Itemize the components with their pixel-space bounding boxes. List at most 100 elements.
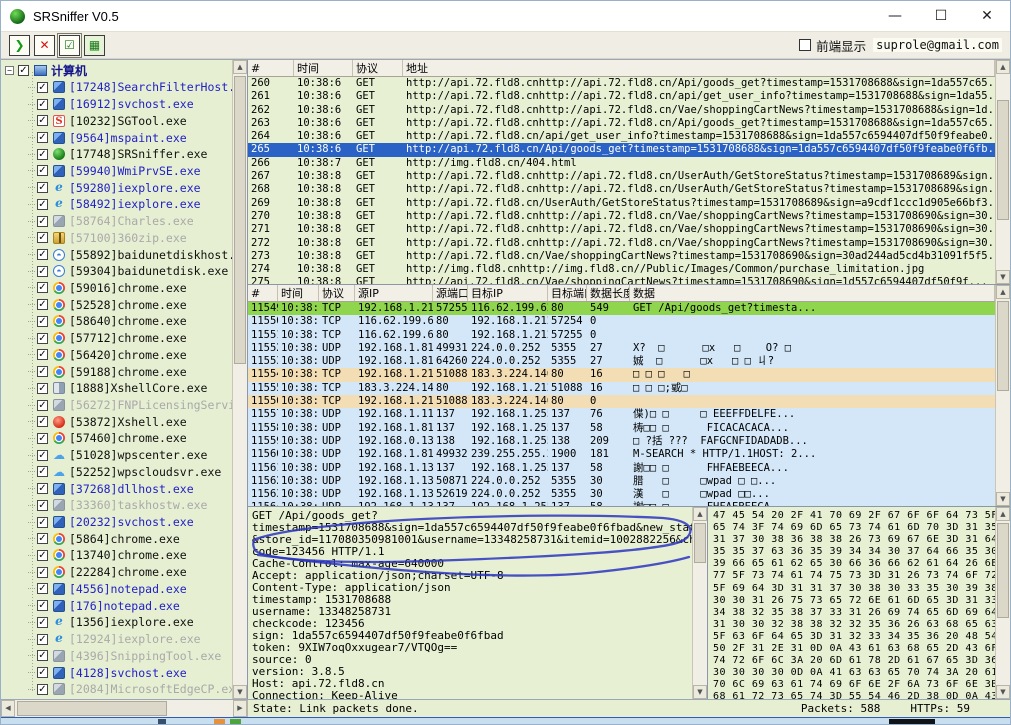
process-checkbox[interactable]: ✓ bbox=[37, 684, 48, 695]
process-checkbox[interactable]: ✓ bbox=[37, 82, 48, 93]
packet-vscrollbar[interactable]: ▲ ▼ bbox=[995, 285, 1010, 506]
packet-row[interactable]: 11559 10:38:7 UDP 192.168.0.139 138 192.… bbox=[248, 435, 995, 448]
scroll-left-icon[interactable]: ◀ bbox=[1, 700, 15, 717]
process-item[interactable]: ✓ [58492]iexplore.exe bbox=[1, 196, 232, 213]
scroll-down-icon[interactable]: ▼ bbox=[233, 685, 247, 699]
process-checkbox[interactable]: ✓ bbox=[37, 232, 48, 243]
col-protocol[interactable]: 协议 bbox=[319, 285, 355, 301]
process-checkbox[interactable]: ✓ bbox=[37, 216, 48, 227]
col-src-port[interactable]: 源端口 bbox=[433, 285, 468, 301]
process-item[interactable]: ✓ [57712]chrome.exe bbox=[1, 330, 232, 347]
process-item[interactable]: ✓ [17748]SRSniffer.exe bbox=[1, 146, 232, 163]
col-index[interactable]: # bbox=[248, 60, 294, 76]
process-item[interactable]: ✓ [16912]svchost.exe bbox=[1, 96, 232, 113]
process-checkbox[interactable]: ✓ bbox=[37, 416, 48, 427]
http-row[interactable]: 261 10:38:6 GET http://api.72.fld8.cnhtt… bbox=[248, 90, 995, 103]
packet-row[interactable]: 11552 10:38:6 UDP 192.168.1.81 49931 224… bbox=[248, 342, 995, 355]
process-item[interactable]: ✓ [1888]XshellCore.exe bbox=[1, 380, 232, 397]
scroll-right-icon[interactable]: ▶ bbox=[233, 700, 247, 717]
scroll-up-icon[interactable]: ▲ bbox=[693, 507, 707, 521]
scroll-up-icon[interactable]: ▲ bbox=[233, 60, 247, 74]
process-item[interactable]: ✓ [59940]WmiPrvSE.exe bbox=[1, 163, 232, 180]
scroll-down-icon[interactable]: ▼ bbox=[996, 270, 1010, 284]
packet-row[interactable]: 11560 10:38:7 UDP 192.168.1.81 49932 239… bbox=[248, 448, 995, 461]
process-checkbox[interactable]: ✓ bbox=[37, 433, 48, 444]
col-data-length[interactable]: 数据长度 bbox=[587, 285, 630, 301]
process-item[interactable]: ✓ [37268]dllhost.exe bbox=[1, 480, 232, 497]
process-item[interactable]: ✓ [22284]chrome.exe bbox=[1, 564, 232, 581]
process-item[interactable]: ✓ [55892]baidunetdiskhost.ex bbox=[1, 246, 232, 263]
process-item[interactable]: ✓ [58640]chrome.exe bbox=[1, 313, 232, 330]
col-src-ip[interactable]: 源IP bbox=[355, 285, 433, 301]
process-checkbox[interactable]: ✓ bbox=[37, 349, 48, 360]
process-checkbox[interactable]: ✓ bbox=[37, 199, 48, 210]
request-vscrollbar[interactable]: ▲ ▼ bbox=[692, 507, 707, 699]
packet-row[interactable]: 11549 10:38:6 TCP 192.168.1.212 57255 11… bbox=[248, 302, 995, 315]
process-item[interactable]: ✓ [4556]notepad.exe bbox=[1, 581, 232, 598]
http-row[interactable]: 266 10:38:7 GET http://img.fld8.cn/404.h… bbox=[248, 157, 995, 170]
process-item[interactable]: ✓ [56420]chrome.exe bbox=[1, 347, 232, 364]
col-dst-ip[interactable]: 目标IP bbox=[468, 285, 548, 301]
packet-row[interactable]: 11554 10:38:7 TCP 192.168.1.212 51088 18… bbox=[248, 368, 995, 381]
process-item[interactable]: ✓ [59304]baidunetdisk.exe bbox=[1, 263, 232, 280]
http-row[interactable]: 269 10:38:8 GET http://api.72.fld8.cn/Us… bbox=[248, 197, 995, 210]
col-protocol[interactable]: 协议 bbox=[353, 60, 403, 76]
close-button[interactable]: ✕ bbox=[964, 1, 1010, 31]
process-checkbox[interactable]: ✓ bbox=[37, 115, 48, 126]
http-row[interactable]: 268 10:38:8 GET http://api.72.fld8.cnhtt… bbox=[248, 183, 995, 196]
http-row[interactable]: 267 10:38:8 GET http://api.72.fld8.cnhtt… bbox=[248, 170, 995, 183]
process-checkbox[interactable]: ✓ bbox=[37, 333, 48, 344]
packet-row[interactable]: 11557 10:38:7 UDP 192.168.1.110 137 192.… bbox=[248, 408, 995, 421]
http-row[interactable]: 270 10:38:8 GET http://api.72.fld8.cnhtt… bbox=[248, 210, 995, 223]
process-checkbox[interactable]: ✓ bbox=[37, 299, 48, 310]
http-row[interactable]: 275 10:38:8 GET http://api.72.fld8.cn/Va… bbox=[248, 276, 995, 284]
process-item[interactable]: ✓ [176]notepad.exe bbox=[1, 597, 232, 614]
packet-row[interactable]: 11551 10:38:6 TCP 116.62.199.62 80 192.1… bbox=[248, 329, 995, 342]
process-checkbox[interactable]: ✓ bbox=[37, 149, 48, 160]
process-item[interactable]: ✓ [2084]MicrosoftEdgeCP.exe bbox=[1, 681, 232, 698]
scroll-down-icon[interactable]: ▼ bbox=[996, 685, 1010, 699]
col-time[interactable]: 时间 bbox=[294, 60, 353, 76]
scroll-up-icon[interactable]: ▲ bbox=[996, 285, 1010, 299]
http-row[interactable]: 272 10:38:8 GET http://api.72.fld8.cnhtt… bbox=[248, 237, 995, 250]
col-dst-port[interactable]: 目标端口 bbox=[548, 285, 587, 301]
process-checkbox[interactable]: ✓ bbox=[37, 617, 48, 628]
process-item[interactable]: ✓ [57100]360zip.exe bbox=[1, 229, 232, 246]
col-data[interactable]: 数据 bbox=[630, 285, 995, 301]
process-checkbox[interactable]: ✓ bbox=[37, 550, 48, 561]
scroll-thumb[interactable] bbox=[17, 701, 167, 716]
process-checkbox[interactable]: ✓ bbox=[37, 650, 48, 661]
scroll-thumb[interactable] bbox=[997, 301, 1009, 391]
process-item[interactable]: ✓ [51028]wpscenter.exe bbox=[1, 447, 232, 464]
start-capture-button[interactable]: ❯ bbox=[9, 35, 30, 56]
scroll-thumb[interactable] bbox=[997, 523, 1009, 618]
process-item[interactable]: ✓ [5864]chrome.exe bbox=[1, 530, 232, 547]
scroll-thumb[interactable] bbox=[234, 76, 246, 364]
process-checkbox[interactable]: ✓ bbox=[37, 132, 48, 143]
stop-capture-button[interactable]: ✕ bbox=[34, 35, 55, 56]
process-item[interactable]: ✓ [9564]mspaint.exe bbox=[1, 129, 232, 146]
process-checkbox[interactable]: ✓ bbox=[37, 400, 48, 411]
process-checkbox[interactable]: ✓ bbox=[37, 600, 48, 611]
process-checkbox[interactable]: ✓ bbox=[37, 249, 48, 260]
process-item[interactable]: ✓ [10232]SGTool.exe bbox=[1, 112, 232, 129]
scroll-thumb[interactable] bbox=[997, 100, 1009, 220]
http-row[interactable]: 271 10:38:8 GET http://api.72.fld8.cnhtt… bbox=[248, 223, 995, 236]
http-row[interactable]: 264 10:38:6 GET http://api.72.fld8.cn/ap… bbox=[248, 130, 995, 143]
maximize-button[interactable]: ☐ bbox=[918, 1, 964, 31]
sidebar-vscrollbar[interactable]: ▲ ▼ bbox=[232, 60, 247, 699]
process-item[interactable]: ✓ [4128]svchost.exe bbox=[1, 664, 232, 681]
sidebar-hscrollbar[interactable]: ◀ ▶ bbox=[1, 700, 248, 717]
process-checkbox[interactable]: ✓ bbox=[37, 450, 48, 461]
process-checkbox[interactable]: ✓ bbox=[37, 366, 48, 377]
process-item[interactable]: ✓ [59280]iexplore.exe bbox=[1, 179, 232, 196]
process-item[interactable]: ✓ [59188]chrome.exe bbox=[1, 363, 232, 380]
process-checkbox[interactable]: ✓ bbox=[37, 567, 48, 578]
root-checkbox[interactable]: ✓ bbox=[18, 65, 29, 76]
packet-row[interactable]: 11550 10:38:6 TCP 116.62.199.62 80 192.1… bbox=[248, 315, 995, 328]
scroll-down-icon[interactable]: ▼ bbox=[693, 685, 707, 699]
scroll-thumb[interactable] bbox=[694, 523, 706, 563]
http-row[interactable]: 273 10:38:8 GET http://api.72.fld8.cn/Va… bbox=[248, 250, 995, 263]
http-vscrollbar[interactable]: ▲ ▼ bbox=[995, 60, 1010, 284]
process-item[interactable]: ✓ [12924]iexplore.exe bbox=[1, 631, 232, 648]
